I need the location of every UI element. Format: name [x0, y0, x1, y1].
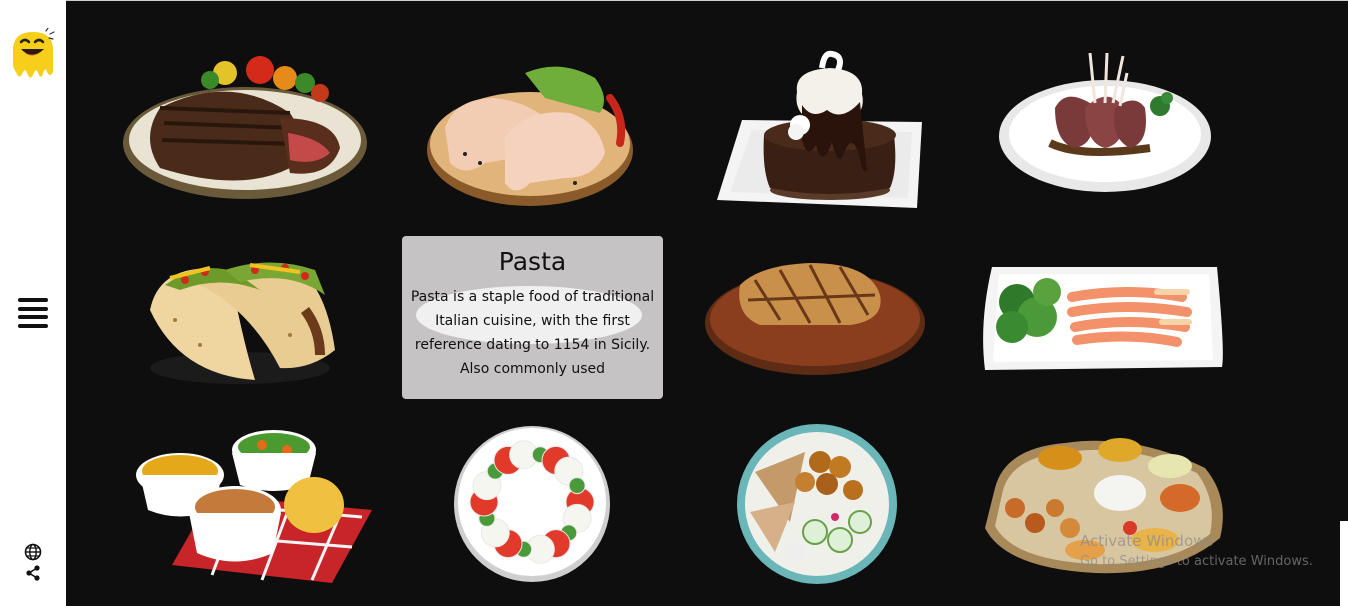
caprese-salad-dish-image[interactable]: [450, 422, 615, 592]
smiley-logo[interactable]: [10, 28, 56, 82]
side-dishes-image[interactable]: [132, 425, 377, 585]
share-icon[interactable]: [25, 565, 41, 581]
lamb-chops-dish-image[interactable]: [995, 48, 1215, 198]
taskbar-edge: [1340, 521, 1348, 606]
steak-dish-image[interactable]: [120, 48, 375, 208]
activate-windows-watermark: Activate Windows Go to Settings to activ…: [1080, 532, 1313, 569]
falafel-plate-dish-image[interactable]: [735, 422, 900, 587]
salmon-salad-dish-image[interactable]: [977, 262, 1229, 374]
globe-icon[interactable]: [24, 543, 42, 561]
watermark-title: Activate Windows: [1080, 532, 1214, 550]
grilled-meat-dish-image[interactable]: [700, 255, 930, 380]
card-description: Pasta is a staple food of traditional It…: [410, 289, 655, 377]
raw-chicken-dish-image[interactable]: [425, 58, 640, 208]
tacos-dish-image[interactable]: [140, 250, 350, 390]
hamburger-menu-icon[interactable]: [18, 298, 48, 328]
watermark-subtitle: Go to Settings to activate Windows.: [1080, 554, 1313, 569]
pasta-info-card[interactable]: Pasta Pasta is a staple food of traditio…: [402, 236, 663, 399]
sidebar: [0, 0, 67, 606]
card-title: Pasta: [498, 247, 567, 276]
chocolate-cake-dish-image[interactable]: [712, 50, 927, 212]
